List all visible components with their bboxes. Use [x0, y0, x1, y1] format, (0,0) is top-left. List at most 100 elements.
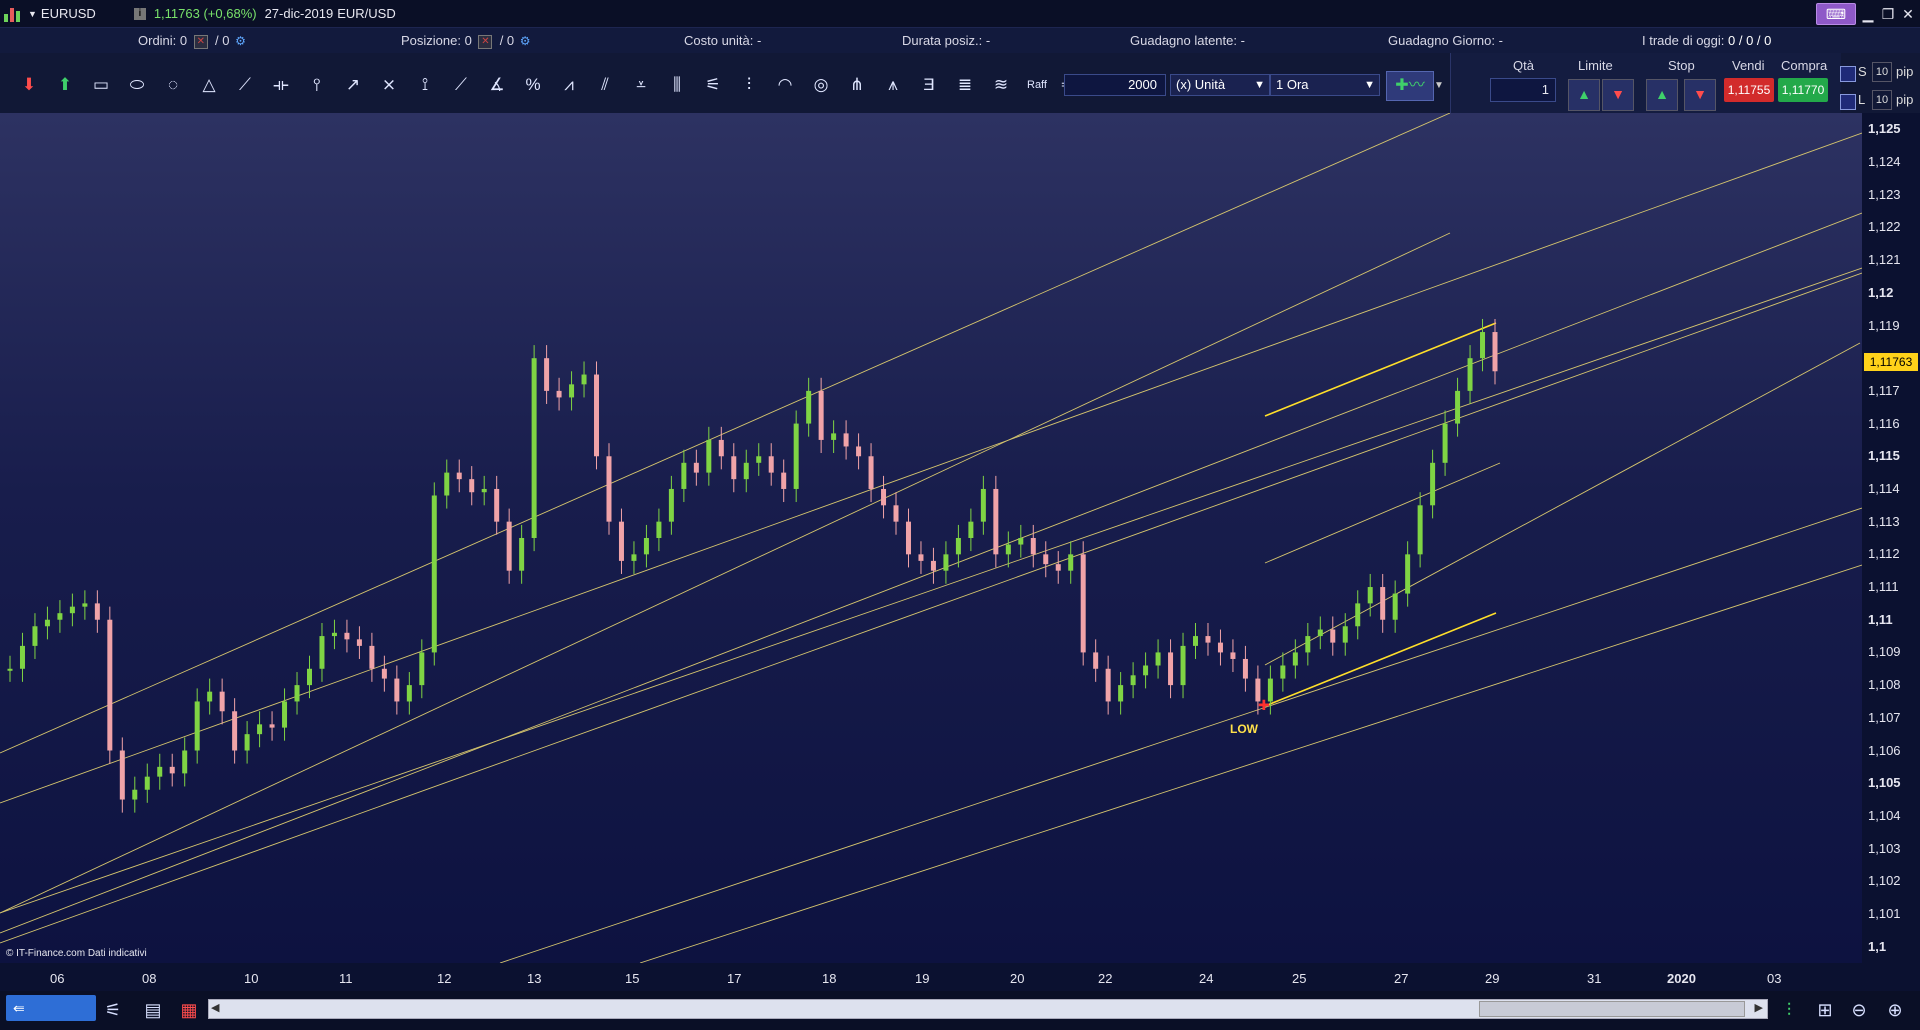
stop-buy-button[interactable]: ▲: [1646, 79, 1678, 111]
ray-icon[interactable]: ↗: [338, 70, 368, 100]
candle: [856, 446, 862, 457]
vline-icon[interactable]: ⫯: [302, 70, 332, 100]
unit-select[interactable]: (x) Unità ▼: [1170, 74, 1270, 96]
candle: [257, 724, 263, 735]
crosshair-icon[interactable]: ⨯: [374, 70, 404, 100]
hline-icon[interactable]: ⟛: [266, 70, 296, 100]
fib-extension-icon[interactable]: ≋: [986, 70, 1016, 100]
s-pip-input[interactable]: 10: [1872, 62, 1892, 82]
sell-button[interactable]: 1,11755: [1724, 78, 1774, 102]
zoom-out-icon[interactable]: ⊖: [1846, 997, 1872, 1023]
candle: [1205, 636, 1211, 643]
candle: [306, 668, 312, 686]
raff-icon[interactable]: Raff: [1022, 70, 1052, 100]
chart-svg[interactable]: ✚: [0, 113, 1862, 963]
indicators-button[interactable]: ✚〰: [1386, 71, 1434, 101]
text-icon[interactable]: Ǝ: [914, 70, 944, 100]
zoom-in-icon[interactable]: ⊕: [1882, 997, 1908, 1023]
close-position-icon[interactable]: ✕: [478, 34, 493, 49]
minimize-button[interactable]: ▁: [1860, 6, 1876, 23]
price-tick-label: 1,124: [1868, 154, 1901, 170]
quantity-input[interactable]: 2000: [1064, 74, 1166, 96]
stop-sell-button[interactable]: ▼: [1684, 79, 1716, 111]
fib-retracement-icon[interactable]: ≣: [950, 70, 980, 100]
restore-button[interactable]: ❐: [1880, 6, 1896, 23]
candle: [1417, 505, 1423, 555]
scroll-thumb[interactable]: [1479, 1001, 1745, 1017]
price-tick-label: 1,122: [1868, 219, 1901, 235]
candle: [169, 766, 175, 774]
zoom-fit-icon[interactable]: ⊞: [1812, 997, 1838, 1023]
time-axis[interactable]: 06 08 10 11 12 13 15 17 18 19 20 22 24 25 27 29 31 2020 03: [0, 963, 1862, 991]
schiff-icon[interactable]: ⩚: [878, 70, 908, 100]
cancel-orders-icon[interactable]: ✕: [193, 34, 208, 49]
scroll-right-arrow[interactable]: ▶: [1755, 1001, 1763, 1014]
ellipse-icon[interactable]: ⬭: [122, 70, 152, 100]
bottom-bar: ⇚ ⚟ ▤ ▦ ◀ ▶ ⫶ ⊞ ⊖ ⊕: [0, 991, 1920, 1030]
qty-input[interactable]: 1: [1490, 78, 1556, 102]
position-gear-icon[interactable]: ⚙: [520, 34, 531, 48]
circle-icon[interactable]: ◌: [158, 70, 188, 100]
limit-buy-button[interactable]: ▲: [1568, 79, 1600, 111]
chevron-down-icon[interactable]: ▼: [1434, 80, 1444, 91]
price-axis[interactable]: 1,1251,1241,1231,1221,1211,121,1191,1181…: [1862, 113, 1920, 963]
horizontal-scrollbar[interactable]: ◀ ▶: [208, 999, 1768, 1019]
angle-icon[interactable]: ∡: [482, 70, 512, 100]
gann-icon[interactable]: ⫼: [662, 70, 692, 100]
rectangle-icon[interactable]: ▭: [86, 70, 116, 100]
close-button[interactable]: ✕: [1900, 6, 1916, 23]
candle: [1467, 358, 1473, 391]
trendline-icon[interactable]: ⟋: [230, 70, 260, 100]
candle: [7, 668, 13, 671]
scroll-left-arrow[interactable]: ◀: [211, 1001, 219, 1014]
pitchfork-icon[interactable]: ⋔: [842, 70, 872, 100]
keyboard-button[interactable]: ⌨: [1816, 3, 1856, 25]
price-tick-label: 1,107: [1868, 709, 1901, 725]
arrow-up-icon[interactable]: ⬆: [50, 70, 80, 100]
fib-fan-icon[interactable]: ⚟: [698, 70, 728, 100]
info-icon[interactable]: i: [133, 7, 146, 20]
arc-icon[interactable]: ◠: [770, 70, 800, 100]
candle: [1455, 390, 1461, 424]
fan-icon[interactable]: ⟋: [446, 70, 476, 100]
price-tick-label: 1,11: [1868, 611, 1893, 627]
channel-icon[interactable]: ⫽: [590, 70, 620, 100]
candle: [394, 678, 400, 702]
candle: [693, 462, 699, 473]
timeframe-select[interactable]: 1 Ora ▼: [1270, 74, 1380, 96]
limit-sell-button[interactable]: ▼: [1602, 79, 1634, 111]
candle: [1155, 652, 1161, 666]
regression-icon[interactable]: ⩡: [626, 70, 656, 100]
triangle-icon[interactable]: △: [194, 70, 224, 100]
price-chart[interactable]: ✚: [0, 113, 1862, 963]
candle: [681, 462, 687, 489]
trend-tools-icon[interactable]: ⚟: [100, 997, 126, 1023]
fib-time-icon[interactable]: ⫶: [734, 70, 764, 100]
position-info: Posizione: 0 ✕ / 0 ⚙: [401, 33, 531, 49]
percent-icon[interactable]: %: [518, 70, 548, 100]
symbol-dropdown[interactable]: ▼ EURUSD: [28, 6, 96, 21]
time-tick-label: 06: [50, 971, 65, 986]
span-icon[interactable]: ⟟: [410, 70, 440, 100]
orders-gear-icon[interactable]: ⚙: [235, 34, 246, 48]
l-checkbox[interactable]: [1840, 94, 1856, 110]
calculator-icon[interactable]: ▤: [140, 997, 166, 1023]
buy-button[interactable]: 1,11770: [1778, 78, 1828, 102]
l-pip-input[interactable]: 10: [1872, 90, 1892, 110]
price-tick-label: 1,115: [1868, 448, 1900, 464]
candle: [1355, 603, 1361, 627]
order-book-icon[interactable]: ▦: [176, 997, 202, 1023]
time-tick-label: 2020: [1667, 971, 1696, 986]
share-button[interactable]: ⇚: [6, 995, 96, 1021]
channel-line: [1264, 342, 1861, 666]
time-tick-label: 17: [727, 971, 742, 986]
price-tick-label: 1,106: [1868, 742, 1901, 758]
price-tick-label: 1,105: [1868, 775, 1901, 791]
chart-type-icon[interactable]: ⫶: [1776, 997, 1802, 1023]
spiral-icon[interactable]: ◎: [806, 70, 836, 100]
zigzag-icon[interactable]: ⩘: [554, 70, 584, 100]
s-pip-unit: pip: [1896, 64, 1914, 79]
arrow-down-icon[interactable]: ⬇: [14, 70, 44, 100]
candle: [244, 734, 250, 751]
s-checkbox[interactable]: [1840, 66, 1856, 82]
